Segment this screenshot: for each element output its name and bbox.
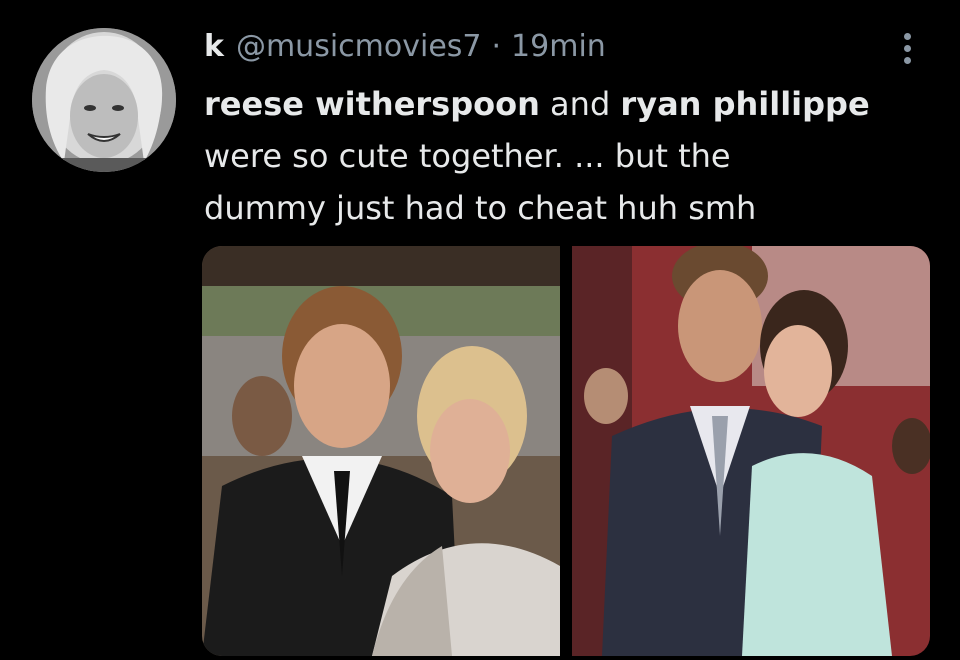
tweet-text-bold-2: ryan phillippe xyxy=(620,85,870,123)
user-handle[interactable]: @musicmovies7 xyxy=(236,29,482,64)
timestamp[interactable]: 19min xyxy=(511,29,606,64)
separator-dot: · xyxy=(491,28,502,64)
photo-2[interactable] xyxy=(572,246,930,656)
tweet-text-line-3: dummy just had to cheat huh smh xyxy=(204,189,757,227)
tweet-header: k @musicmovies7 · 19min xyxy=(204,24,606,68)
tweet-text-bold-1: reese witherspoon xyxy=(204,85,540,123)
photo-1[interactable] xyxy=(202,246,560,656)
tweet-text-plain: and xyxy=(539,85,621,123)
more-vertical-icon[interactable] xyxy=(892,26,922,70)
tweet-text: reese witherspoon and ryan phillippe wer… xyxy=(204,78,924,234)
tweet-text-line-2: were so cute together. ... but the xyxy=(204,137,731,175)
tweet-text-line-1: reese witherspoon and ryan phillippe xyxy=(204,78,924,130)
tweet: k @musicmovies7 · 19min reese witherspoo… xyxy=(0,0,960,660)
avatar[interactable] xyxy=(32,28,176,172)
display-name[interactable]: k xyxy=(204,29,224,64)
media-grid xyxy=(202,246,930,656)
